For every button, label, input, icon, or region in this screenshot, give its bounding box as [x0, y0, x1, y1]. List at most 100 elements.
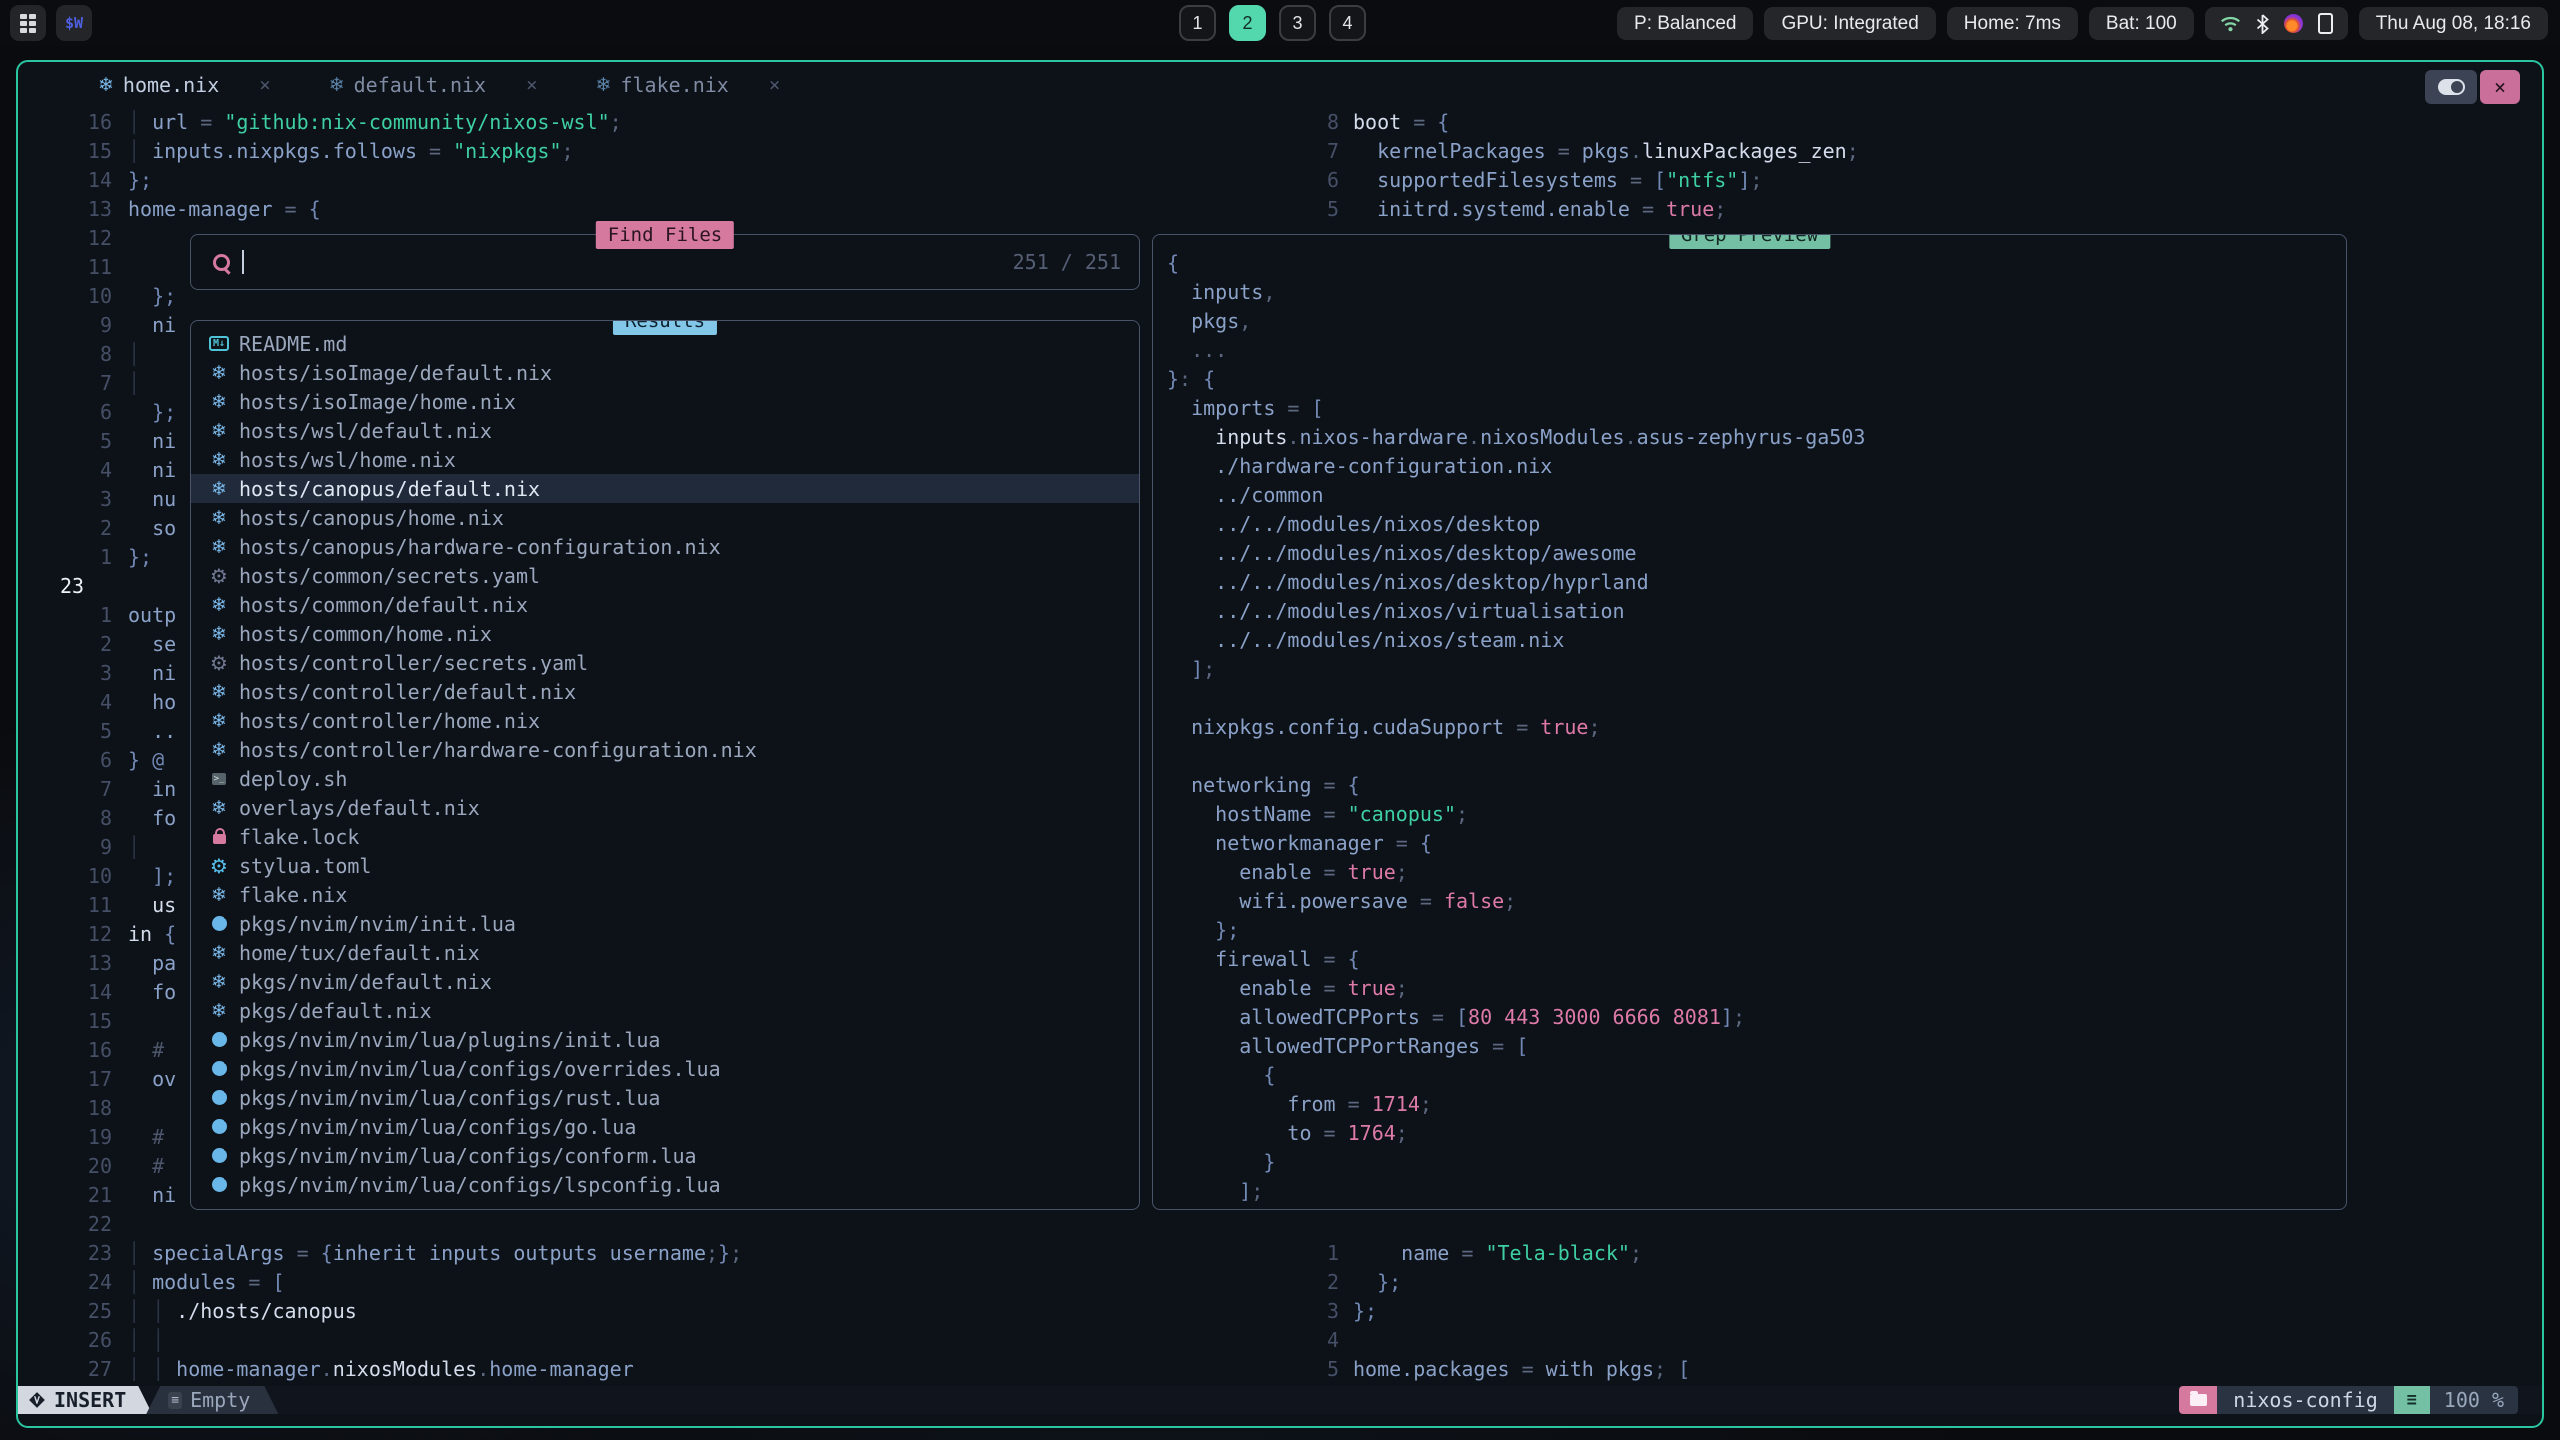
finder-result-row[interactable]: pkgs/nvim/nvim/lua/configs/rust.lua	[191, 1083, 1139, 1112]
line-number: 3	[50, 659, 128, 688]
code-line: ../../modules/nixos/virtualisation	[1167, 597, 2346, 626]
code-line: 1 name = "Tela-black";	[1319, 1239, 2499, 1268]
line-number: 6	[50, 746, 128, 775]
result-filename: stylua.toml	[239, 854, 371, 878]
pin-toggle-button[interactable]	[2425, 70, 2477, 104]
line-number: 7	[1319, 137, 1353, 166]
finder-result-row[interactable]: pkgs/nvim/nvim/lua/configs/conform.lua	[191, 1141, 1139, 1170]
finder-result-row[interactable]: flake.lock	[191, 822, 1139, 851]
grep-preview-title: Grep Preview	[1669, 234, 1830, 249]
info-pill: P: Balanced	[1617, 7, 1753, 40]
finder-result-row[interactable]: home/tux/default.nix	[191, 938, 1139, 967]
tab-close-icon[interactable]: ×	[769, 74, 780, 96]
tab-default.nix[interactable]: ❄ default.nix ×	[329, 73, 538, 97]
nix-file-icon	[207, 938, 231, 967]
mode-label: INSERT	[54, 1388, 126, 1412]
editor-pane-right-top[interactable]: 8boot = {7 kernelPackages = pkgs.linuxPa…	[1319, 108, 2499, 224]
nix-file-icon: ❄	[329, 74, 345, 96]
finder-result-row[interactable]: hosts/canopus/default.nix	[191, 474, 1139, 503]
finder-result-row[interactable]: pkgs/nvim/nvim/lua/configs/overrides.lua	[191, 1054, 1139, 1083]
close-icon: ×	[2494, 75, 2506, 99]
tab-close-icon[interactable]: ×	[526, 74, 537, 96]
finder-result-row[interactable]: hosts/controller/hardware-configuration.…	[191, 735, 1139, 764]
logo-button[interactable]: $W	[56, 5, 92, 41]
tabs: ❄home.nix×❄default.nix×❄flake.nix×	[98, 73, 838, 97]
code-line: ../../modules/nixos/steam.nix	[1167, 626, 2346, 655]
result-filename: hosts/common/secrets.yaml	[239, 564, 540, 588]
lua-file-icon	[207, 1170, 231, 1199]
code-line: 27│ │ home-manager.nixosModules.home-man…	[50, 1355, 1290, 1384]
code-line: imports = [	[1167, 394, 2346, 423]
finder-result-row[interactable]: hosts/controller/home.nix	[191, 706, 1139, 735]
yaml-file-icon	[207, 648, 231, 677]
line-number: 9	[50, 311, 128, 340]
nix-file-icon	[207, 445, 231, 474]
system-tray[interactable]	[2205, 7, 2348, 40]
finder-result-row[interactable]: hosts/canopus/home.nix	[191, 503, 1139, 532]
finder-result-row[interactable]: hosts/wsl/default.nix	[191, 416, 1139, 445]
clock[interactable]: Thu Aug 08, 18:16	[2359, 7, 2548, 40]
nix-file-icon	[207, 590, 231, 619]
result-filename: hosts/wsl/home.nix	[239, 448, 456, 472]
tab-bar: ❄home.nix×❄default.nix×❄flake.nix×	[18, 62, 2542, 108]
code-line: ...	[1167, 336, 2346, 365]
line-number: 20	[50, 1152, 128, 1181]
tab-close-icon[interactable]: ×	[259, 74, 270, 96]
code-line: 26│ │	[50, 1326, 1290, 1355]
finder-result-row[interactable]: hosts/canopus/hardware-configuration.nix	[191, 532, 1139, 561]
finder-result-row[interactable]: pkgs/nvim/nvim/lua/configs/lspconfig.lua	[191, 1170, 1139, 1199]
code-line: from = 1714;	[1167, 1090, 2346, 1119]
workspace-button-1[interactable]: 1	[1179, 5, 1216, 41]
line-number: 22	[50, 1210, 128, 1239]
app-grid-button[interactable]	[10, 5, 46, 41]
finder-result-row[interactable]: overlays/default.nix	[191, 793, 1139, 822]
result-filename: hosts/isoImage/home.nix	[239, 390, 516, 414]
toggle-icon	[2438, 79, 2465, 95]
finder-result-row[interactable]: hosts/isoImage/default.nix	[191, 358, 1139, 387]
finder-result-row[interactable]: hosts/controller/secrets.yaml	[191, 648, 1139, 677]
finder-result-row[interactable]: deploy.sh	[191, 764, 1139, 793]
editor-pane-right-bottom[interactable]: 1 name = "Tela-black";2 };3};45home.pack…	[1319, 1239, 2499, 1384]
result-filename: hosts/common/home.nix	[239, 622, 492, 646]
finder-result-row[interactable]: hosts/wsl/home.nix	[191, 445, 1139, 474]
code-line: ];	[1167, 1177, 2346, 1206]
code-line: allowedTCPPortRanges = [	[1167, 1032, 2346, 1061]
finder-result-row[interactable]: stylua.toml	[191, 851, 1139, 880]
status-pills: P: BalancedGPU: IntegratedHome: 7msBat: …	[1617, 7, 2548, 40]
line-number: 15	[50, 1007, 128, 1036]
code-line: inputs.nixos-hardware.nixosModules.asus-…	[1167, 423, 2346, 452]
finder-result-row[interactable]: pkgs/nvim/default.nix	[191, 967, 1139, 996]
info-pill: Home: 7ms	[1947, 7, 2078, 40]
workspace-button-4[interactable]: 4	[1329, 5, 1366, 41]
finder-result-row[interactable]: pkgs/default.nix	[191, 996, 1139, 1025]
finder-result-row[interactable]: pkgs/nvim/nvim/init.lua	[191, 909, 1139, 938]
finder-result-row[interactable]: pkgs/nvim/nvim/lua/configs/go.lua	[191, 1112, 1139, 1141]
window-close-button[interactable]: ×	[2480, 70, 2520, 104]
finder-result-row[interactable]: hosts/controller/default.nix	[191, 677, 1139, 706]
code-line: 6 supportedFilesystems = ["ntfs"];	[1319, 166, 2499, 195]
line-number: 10	[50, 862, 128, 891]
code-line: {	[1167, 1061, 2346, 1090]
workspace-button-3[interactable]: 3	[1279, 5, 1316, 41]
line-number: 11	[50, 891, 128, 920]
code-line: ../../modules/nixos/desktop	[1167, 510, 2346, 539]
result-filename: hosts/controller/hardware-configuration.…	[239, 738, 757, 762]
buffer-segment[interactable]: ≡ Empty	[146, 1386, 278, 1414]
tab-label: default.nix	[354, 73, 486, 97]
workspace-button-2[interactable]: 2	[1229, 5, 1266, 41]
tab-flake.nix[interactable]: ❄flake.nix×	[596, 73, 781, 97]
toml-file-icon	[207, 851, 231, 880]
line-number: 7	[50, 369, 128, 398]
finder-result-row[interactable]: hosts/common/secrets.yaml	[191, 561, 1139, 590]
line-number: 5	[1319, 1355, 1353, 1384]
line-number: 23	[50, 1239, 128, 1268]
finder-result-row[interactable]: flake.nix	[191, 880, 1139, 909]
finder-result-row[interactable]: pkgs/nvim/nvim/lua/plugins/init.lua	[191, 1025, 1139, 1054]
finder-result-row[interactable]: hosts/isoImage/home.nix	[191, 387, 1139, 416]
result-filename: hosts/canopus/default.nix	[239, 477, 540, 501]
tab-home.nix[interactable]: ❄home.nix×	[98, 73, 271, 97]
code-line: 3};	[1319, 1297, 2499, 1326]
finder-result-row[interactable]: hosts/common/home.nix	[191, 619, 1139, 648]
finder-result-row[interactable]: hosts/common/default.nix	[191, 590, 1139, 619]
nix-file-icon	[207, 996, 231, 1025]
